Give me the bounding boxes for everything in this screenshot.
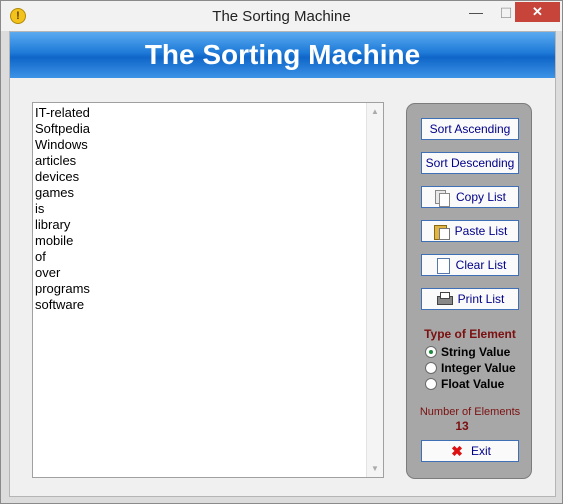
control-panel: Sort Ascending Sort Descending Copy List… xyxy=(406,103,532,479)
app-window: ! The Sorting Machine — ☐ ✕ The Sorting … xyxy=(0,0,563,504)
paste-icon xyxy=(433,223,450,240)
client-area: The Sorting Machine IT-related Softpedia… xyxy=(9,31,556,497)
element-type-title: Type of Element xyxy=(424,327,516,341)
close-x-icon: ✖ xyxy=(451,443,463,459)
radio-checked-icon[interactable] xyxy=(425,346,437,358)
copy-icon xyxy=(434,189,450,207)
radio-string-value[interactable]: String Value xyxy=(425,345,510,359)
vertical-scrollbar[interactable]: ▲ ▼ xyxy=(366,103,383,477)
copy-list-button[interactable]: Copy List xyxy=(421,186,519,208)
list-item[interactable]: IT-related xyxy=(35,105,365,121)
list-item[interactable]: devices xyxy=(35,169,365,185)
clear-list-label: Clear List xyxy=(455,258,507,272)
radio-integer-value[interactable]: Integer Value xyxy=(425,361,516,375)
list-box[interactable]: IT-related Softpedia Windows articles de… xyxy=(32,102,384,478)
sort-descending-label: Sort Descending xyxy=(425,156,515,170)
close-icon[interactable]: ✕ xyxy=(515,2,560,22)
radio-label: Integer Value xyxy=(441,361,516,375)
paste-list-label: Paste List xyxy=(454,224,508,238)
print-list-label: Print List xyxy=(457,292,505,306)
list-items: IT-related Softpedia Windows articles de… xyxy=(35,105,365,313)
title-bar[interactable]: ! The Sorting Machine — ☐ ✕ xyxy=(1,1,562,31)
scroll-up-icon[interactable]: ▲ xyxy=(367,103,383,120)
paste-list-button[interactable]: Paste List xyxy=(421,220,519,242)
sort-ascending-label: Sort Ascending xyxy=(429,122,511,136)
clear-list-button[interactable]: Clear List xyxy=(421,254,519,276)
minimize-icon[interactable]: — xyxy=(461,4,491,24)
exit-button[interactable]: ✖ Exit xyxy=(421,440,519,462)
list-item[interactable]: games xyxy=(35,185,365,201)
list-item[interactable]: software xyxy=(35,297,365,313)
radio-label: Float Value xyxy=(441,377,505,391)
radio-label: String Value xyxy=(441,345,511,359)
banner-title: The Sorting Machine xyxy=(10,32,555,78)
list-item[interactable]: programs xyxy=(35,281,365,297)
copy-list-label: Copy List xyxy=(455,190,507,204)
list-item[interactable]: Windows xyxy=(35,137,365,153)
element-count-label: Number of Elements xyxy=(419,406,521,418)
element-count-value: 13 xyxy=(455,419,469,433)
list-item[interactable]: mobile xyxy=(35,233,365,249)
sort-ascending-button[interactable]: Sort Ascending xyxy=(421,118,519,140)
list-item[interactable]: articles xyxy=(35,153,365,169)
list-item[interactable]: Softpedia xyxy=(35,121,365,137)
printer-icon xyxy=(436,291,453,307)
scroll-down-icon[interactable]: ▼ xyxy=(367,460,383,477)
document-icon xyxy=(434,257,450,274)
list-item[interactable]: library xyxy=(35,217,365,233)
list-item[interactable]: is xyxy=(35,201,365,217)
radio-float-value[interactable]: Float Value xyxy=(425,377,504,391)
list-item[interactable]: over xyxy=(35,265,365,281)
exit-label: Exit xyxy=(470,444,491,458)
print-list-button[interactable]: Print List xyxy=(421,288,519,310)
radio-unchecked-icon[interactable] xyxy=(425,362,437,374)
list-item[interactable]: of xyxy=(35,249,365,265)
sort-descending-button[interactable]: Sort Descending xyxy=(421,152,519,174)
radio-unchecked-icon[interactable] xyxy=(425,378,437,390)
